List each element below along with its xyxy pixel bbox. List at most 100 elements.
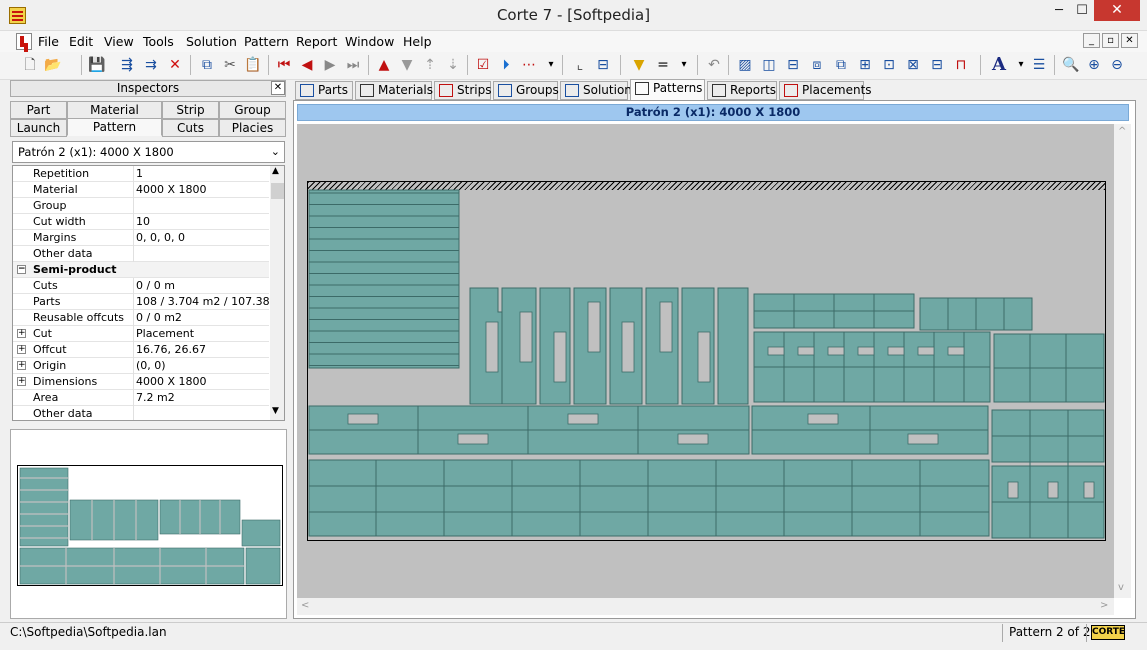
tab-materials[interactable]: Materials	[355, 81, 433, 100]
tab-solution[interactable]: Solution	[560, 81, 632, 100]
property-row[interactable]: Cut width 10	[13, 214, 269, 230]
property-row[interactable]: Cuts 0 / 0 m	[13, 278, 269, 294]
align-v-icon[interactable]: ⊞	[856, 56, 874, 74]
menu-edit[interactable]: Edit	[69, 34, 93, 49]
property-value[interactable]: 4000 X 1800	[136, 374, 207, 390]
equals-icon[interactable]: =	[654, 56, 672, 74]
tab-placies[interactable]: Placies	[219, 119, 286, 137]
filter-dropdown-icon[interactable]: ▾	[675, 56, 693, 74]
zoom-out-icon[interactable]: ⊖	[1108, 56, 1126, 74]
zoom-fit-icon[interactable]: 🔍	[1062, 56, 1080, 74]
scroll-right-icon[interactable]: >	[1100, 600, 1108, 611]
cut-icon[interactable]: ✂	[221, 56, 239, 74]
property-value[interactable]: Placement	[136, 326, 194, 342]
frame-icon[interactable]: ⊓	[952, 56, 970, 74]
maximize-button[interactable]: ☐	[1068, 0, 1096, 22]
tab-patterns[interactable]: Patterns	[630, 79, 705, 101]
property-row[interactable]: Parts 108 / 3.704 m2 / 107.3899	[13, 294, 284, 310]
property-value[interactable]: 7.2 m2	[136, 390, 175, 406]
move-up-icon[interactable]: ▲	[375, 56, 393, 74]
property-row[interactable]: + Offcut 16.76, 26.67	[13, 342, 269, 358]
property-value[interactable]: 0 / 0 m2	[136, 310, 182, 326]
zoom-in-icon[interactable]: ⊕	[1085, 56, 1103, 74]
property-value[interactable]: 0, 0, 0, 0	[136, 230, 185, 246]
scroll-down-icon[interactable]: ▼	[272, 406, 279, 416]
property-row[interactable]: Area 7.2 m2	[13, 390, 269, 406]
property-row[interactable]: + Origin (0, 0)	[13, 358, 269, 374]
delete-icon[interactable]: ✕	[166, 56, 184, 74]
collapse-icon[interactable]: ⊟	[928, 56, 946, 74]
run-icon[interactable]: ⏵	[497, 56, 515, 74]
tab-pattern[interactable]: Pattern	[67, 118, 162, 136]
tab-material[interactable]: Material	[67, 101, 162, 119]
menu-window[interactable]: Window	[345, 34, 394, 49]
tab-launch[interactable]: Launch	[10, 119, 67, 137]
tab-cuts[interactable]: Cuts	[162, 119, 219, 137]
insert-below-icon[interactable]: ⇉	[142, 56, 160, 74]
menu-help[interactable]: Help	[403, 34, 432, 49]
insert-icon[interactable]: ⇶	[118, 56, 136, 74]
tab-groups[interactable]: Groups	[493, 81, 559, 100]
property-row[interactable]: Repetition 1	[13, 166, 269, 182]
property-value[interactable]: 108 / 3.704 m2 / 107.3899	[136, 294, 284, 310]
new-icon[interactable]: 🗋	[21, 56, 39, 74]
close-button[interactable]: ✕	[1094, 0, 1140, 21]
font-dropdown-icon[interactable]: ▾	[1012, 56, 1030, 74]
tab-parts[interactable]: Parts	[295, 81, 353, 100]
pattern-selector[interactable]: Patrón 2 (x1): 4000 X 1800 ⌄	[12, 141, 285, 163]
expand-icon[interactable]: ⊠	[904, 56, 922, 74]
property-row[interactable]: Other data	[13, 406, 269, 420]
property-scrollbar[interactable]: ▲ ▼	[270, 166, 284, 420]
copy-icon[interactable]: ⧉	[198, 56, 216, 74]
property-value[interactable]: 4000 X 1800	[136, 182, 207, 198]
horizontal-scrollbar[interactable]: < >	[297, 598, 1114, 615]
previous-icon[interactable]: ◀	[298, 56, 316, 74]
expand-icon[interactable]: +	[17, 329, 26, 338]
corner-icon[interactable]: ⌞	[571, 56, 589, 74]
menu-solution[interactable]: Solution	[186, 34, 237, 49]
pattern-canvas[interactable]	[297, 124, 1114, 598]
open-icon[interactable]: 📂	[44, 56, 62, 74]
collapse-icon[interactable]: −	[17, 265, 26, 274]
menu-tools[interactable]: Tools	[143, 34, 174, 49]
property-value[interactable]: 1	[136, 166, 143, 182]
inspectors-close-icon[interactable]: ✕	[271, 81, 285, 95]
property-row[interactable]: Margins 0, 0, 0, 0	[13, 230, 269, 246]
sort-desc-icon[interactable]: ⇣	[444, 56, 462, 74]
mdi-restore-button[interactable]: ▫	[1102, 33, 1119, 48]
scroll-bottom-icon[interactable]: v	[1118, 582, 1124, 593]
hatch-icon[interactable]: ▨	[736, 56, 754, 74]
scroll-top-icon[interactable]: ^	[1118, 126, 1126, 137]
next-icon[interactable]: ▶	[321, 56, 339, 74]
property-row[interactable]: + Dimensions 4000 X 1800	[13, 374, 269, 390]
split-v-icon[interactable]: ◫	[760, 56, 778, 74]
property-row[interactable]: Reusable offcuts 0 / 0 m2	[13, 310, 269, 326]
paste-icon[interactable]: 📋	[244, 56, 262, 74]
expand-icon[interactable]: +	[17, 361, 26, 370]
tab-strips[interactable]: Strips	[434, 81, 491, 100]
chevron-down-icon[interactable]: ⌄	[271, 142, 280, 162]
checklist-icon[interactable]: ☑	[474, 56, 492, 74]
menu-file[interactable]: File	[38, 34, 59, 49]
property-value[interactable]: 10	[136, 214, 150, 230]
property-row[interactable]: Other data	[13, 246, 269, 262]
property-grid[interactable]: Repetition 1 Material 4000 X 1800 Group Cut w…	[12, 165, 285, 421]
property-row[interactable]: Group	[13, 198, 269, 214]
property-value[interactable]: 16.76, 26.67	[136, 342, 206, 358]
undo-icon[interactable]: ↶	[705, 56, 723, 74]
menu-pattern[interactable]: Pattern	[244, 34, 289, 49]
first-icon[interactable]: ⏮	[275, 56, 293, 74]
scroll-thumb[interactable]	[271, 183, 284, 199]
options-dropdown-icon[interactable]: ▾	[542, 56, 560, 74]
vertical-scrollbar[interactable]: ^ v	[1114, 124, 1131, 598]
font-icon[interactable]: A	[990, 56, 1008, 74]
mdi-close-button[interactable]: ✕	[1121, 33, 1138, 48]
property-section[interactable]: − Semi-product	[13, 262, 269, 278]
options-icon[interactable]: ⋯	[520, 56, 538, 74]
property-value[interactable]: 0 / 0 m	[136, 278, 175, 294]
layout-icon[interactable]: ⊟	[594, 56, 612, 74]
move-down-icon[interactable]: ▼	[398, 56, 416, 74]
preview-sheet[interactable]	[17, 465, 283, 586]
scroll-up-icon[interactable]: ▲	[272, 166, 279, 176]
document-icon[interactable]	[16, 33, 32, 50]
